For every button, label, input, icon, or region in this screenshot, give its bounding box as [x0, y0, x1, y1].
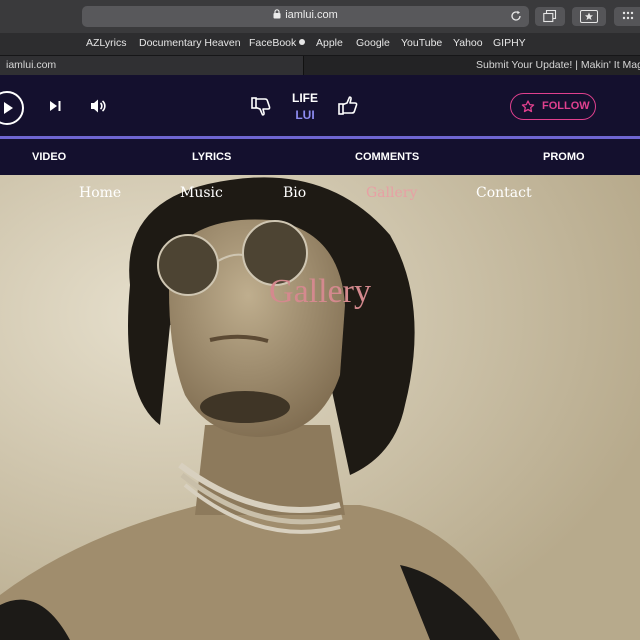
volume-icon[interactable]: [90, 98, 108, 114]
bookmark-facebook-label: FaceBook: [249, 37, 297, 49]
url-text: iamlui.com: [285, 9, 338, 21]
bookmark-giphy[interactable]: GIPHY: [493, 37, 526, 49]
bookmark-youtube[interactable]: YouTube: [401, 37, 442, 49]
play-icon: [4, 102, 13, 114]
tabs-overview-icon: [543, 10, 557, 23]
lock-icon: [273, 9, 281, 19]
bookmark-google[interactable]: Google: [356, 37, 390, 49]
bookmark-apple[interactable]: Apple: [316, 37, 343, 49]
site-nav-gallery[interactable]: Gallery: [366, 185, 417, 201]
browser-toolbar: iamlui.com: [0, 0, 640, 33]
play-button[interactable]: [0, 91, 24, 125]
star-outline-icon: [521, 100, 535, 113]
grid-icon: [622, 11, 634, 20]
site-nav-home[interactable]: Home: [79, 185, 121, 201]
site-nav-music[interactable]: Music: [180, 185, 223, 201]
tab-iamlui[interactable]: iamlui.com: [0, 56, 304, 75]
grid-button[interactable]: [614, 7, 640, 26]
follow-label: FOLLOW: [542, 100, 590, 112]
bookmark-button[interactable]: [572, 7, 606, 26]
music-player: LIFE LUI FOLLOW: [0, 75, 640, 136]
hero-portrait-photo: [0, 175, 640, 640]
player-tab-promo[interactable]: PROMO: [543, 151, 585, 163]
star-icon: [580, 10, 598, 23]
track-artist[interactable]: LUI: [283, 108, 327, 122]
address-text: iamlui.com: [82, 9, 529, 21]
bookmarks-bar: AZLyrics Documentary Heaven FaceBook App…: [0, 33, 640, 55]
page-title: Gallery: [269, 273, 371, 310]
track-title[interactable]: LIFE: [283, 91, 327, 105]
player-nav: VIDEO LYRICS COMMENTS PROMO: [0, 139, 640, 175]
site-nav-bio[interactable]: Bio: [283, 185, 306, 201]
folder-dot-icon: [299, 39, 306, 45]
thumbs-down-icon[interactable]: [251, 96, 272, 116]
site-nav-contact[interactable]: Contact: [476, 185, 532, 201]
player-tab-lyrics[interactable]: LYRICS: [192, 151, 231, 163]
tab-makin-it-magazine[interactable]: Submit Your Update! | Makin' It Magazine: [305, 56, 640, 75]
bookmark-yahoo[interactable]: Yahoo: [453, 37, 483, 49]
reload-icon[interactable]: [510, 10, 522, 22]
hero-section: Home Music Bio Gallery Contact Gallery: [0, 175, 640, 640]
address-bar[interactable]: iamlui.com: [82, 6, 529, 27]
bookmark-azlyrics[interactable]: AZLyrics: [86, 37, 126, 49]
follow-button[interactable]: FOLLOW: [510, 93, 596, 120]
tab-bar: iamlui.com Submit Your Update! | Makin' …: [0, 55, 640, 75]
skip-next-icon[interactable]: [49, 100, 62, 112]
player-tab-video[interactable]: VIDEO: [32, 151, 66, 163]
thumbs-up-icon[interactable]: [338, 96, 359, 116]
player-tab-comments[interactable]: COMMENTS: [355, 151, 419, 163]
show-tabs-button[interactable]: [535, 7, 565, 26]
bookmark-documentary-heaven[interactable]: Documentary Heaven: [139, 37, 241, 49]
bookmark-facebook[interactable]: FaceBook: [249, 37, 306, 49]
